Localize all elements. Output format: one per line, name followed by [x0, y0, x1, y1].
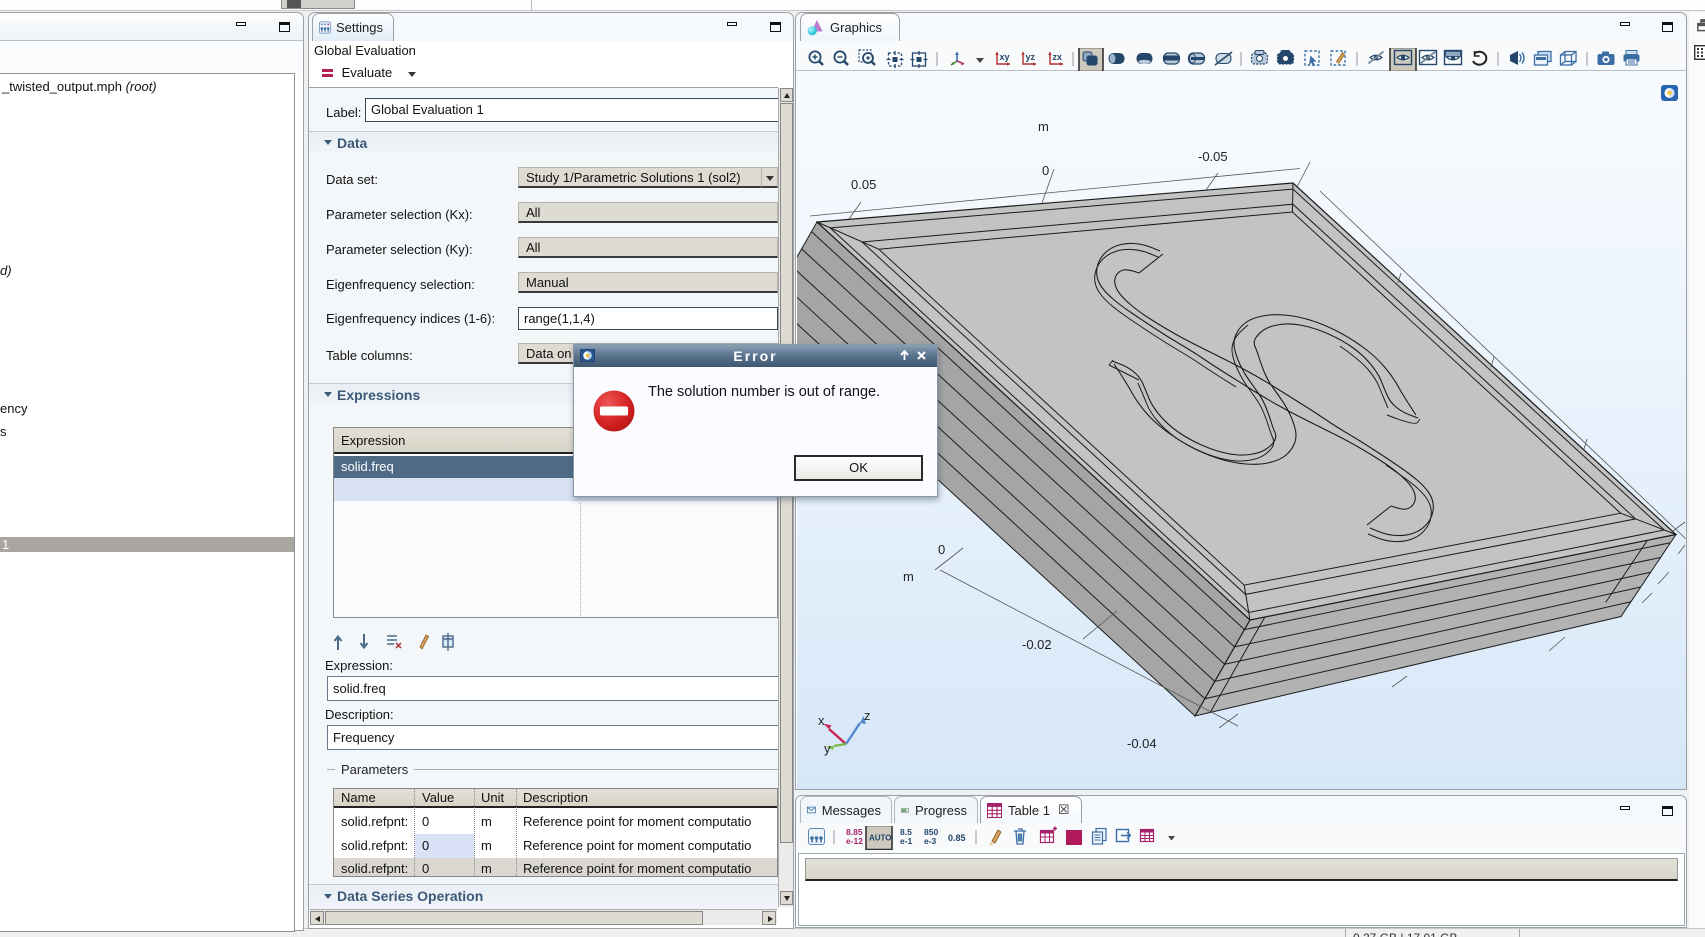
svg-text:AUTO: AUTO [869, 834, 892, 843]
svg-text:zx: zx [1053, 52, 1063, 62]
svg-text:0: 0 [1042, 163, 1049, 178]
svg-text:e-3: e-3 [924, 836, 937, 846]
svg-text:e-12: e-12 [846, 836, 863, 846]
svg-text:m: m [903, 569, 914, 584]
svg-text:m: m [1038, 119, 1049, 134]
svg-text:0.85: 0.85 [948, 833, 966, 843]
svg-text:xy: xy [1000, 52, 1010, 62]
svg-text:x: x [818, 713, 825, 728]
svg-text:z: z [864, 708, 871, 723]
svg-text:y: y [824, 741, 831, 756]
svg-text:-0.05: -0.05 [1198, 149, 1228, 164]
svg-text:yz: yz [1026, 52, 1036, 62]
svg-text:-0.02: -0.02 [1022, 637, 1052, 652]
svg-text:-0.04: -0.04 [1127, 736, 1157, 751]
svg-text:0.05: 0.05 [851, 177, 876, 192]
svg-text:e-1: e-1 [900, 836, 913, 846]
svg-text:0: 0 [938, 542, 945, 557]
